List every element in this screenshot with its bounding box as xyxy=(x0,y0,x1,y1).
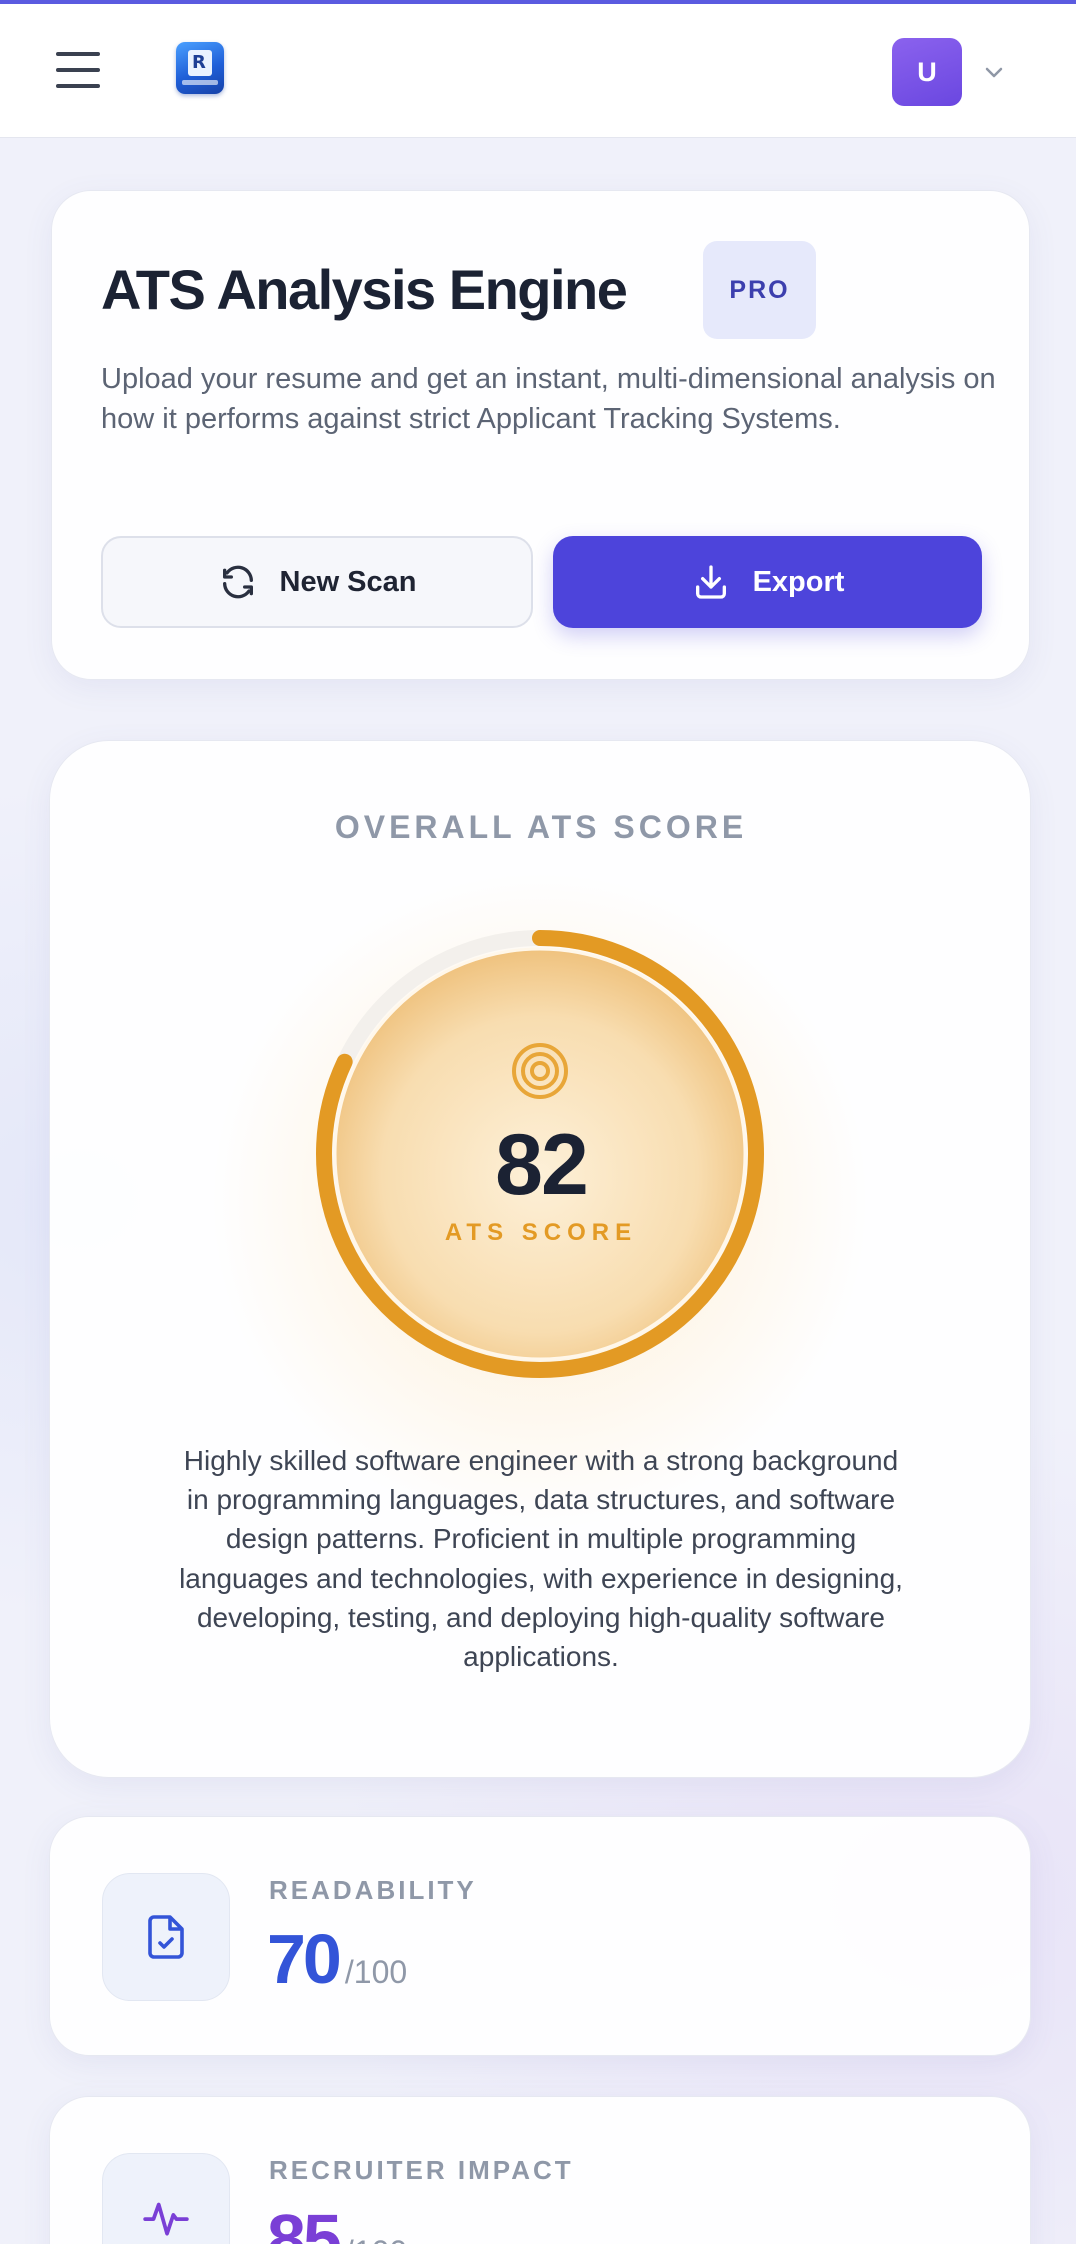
new-scan-label: New Scan xyxy=(279,565,417,598)
ats-score-label: ATS SCORE xyxy=(444,1219,638,1246)
export-label: Export xyxy=(752,565,845,598)
metric-value: 70/100 xyxy=(267,1919,407,1999)
metric-icon-box xyxy=(102,2153,230,2244)
metric-card-readability: READABILITY 70/100 xyxy=(49,1816,1031,2056)
resume-summary: Highly skilled software engineer with a … xyxy=(179,1445,903,1672)
overall-score-card: OVERALL ATS SCORE 82 ATS SCORE Highly sk… xyxy=(49,740,1031,1778)
metric-label: READABILITY xyxy=(269,1875,477,1905)
metric-denominator: /100 xyxy=(344,1954,408,1990)
user-avatar[interactable]: U xyxy=(892,38,962,106)
new-scan-button[interactable]: New Scan xyxy=(101,536,533,628)
target-icon xyxy=(512,1043,568,1099)
hero-card: ATS Analysis Engine PRO Upload your resu… xyxy=(51,190,1030,680)
hamburger-menu-icon[interactable] xyxy=(56,48,100,92)
metric-value: 85/100 xyxy=(267,2199,407,2244)
app-header: R U xyxy=(0,4,1076,138)
metric-icon-box xyxy=(102,1873,230,2001)
metric-number: 85 xyxy=(267,2200,342,2244)
export-button[interactable]: Export xyxy=(553,536,982,628)
refresh-icon xyxy=(222,565,253,599)
pro-badge: PRO xyxy=(703,241,816,339)
metric-card-recruiter-impact: RECRUITER IMPACT 85/100 xyxy=(49,2096,1031,2244)
ats-score-value: 82 xyxy=(495,1117,589,1213)
download-icon xyxy=(695,565,726,599)
metric-number: 70 xyxy=(267,1920,342,1998)
page-title: ATS Analysis Engine xyxy=(101,258,628,321)
metric-label: RECRUITER IMPACT xyxy=(269,2155,574,2185)
activity-pulse-icon xyxy=(143,2202,189,2236)
document-check-icon xyxy=(148,1915,184,1959)
metric-denominator: /100 xyxy=(345,2234,407,2244)
chevron-down-icon[interactable] xyxy=(982,60,1006,84)
page-subtitle: Upload your resume and get an instant, m… xyxy=(101,363,996,436)
resume-app-logo-icon[interactable]: R xyxy=(176,42,224,94)
overall-score-title: OVERALL ATS SCORE xyxy=(334,809,748,845)
